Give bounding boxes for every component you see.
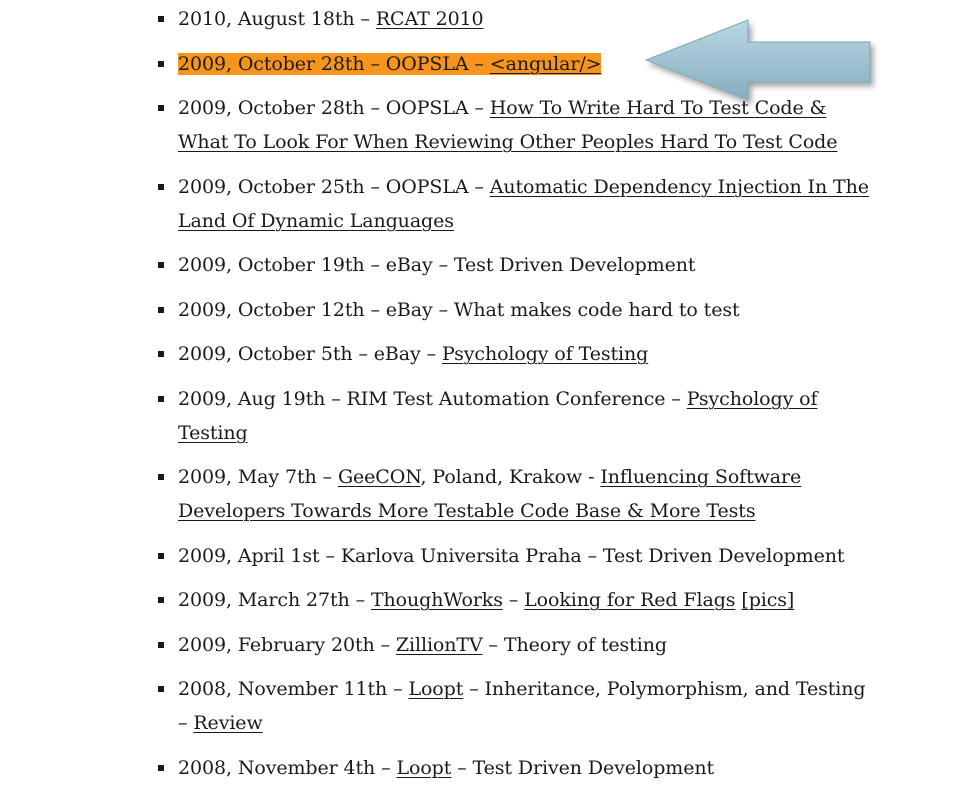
talk-text: 2010, August 18th – [178, 8, 376, 30]
talk-text: 2008, November 11th – [178, 678, 409, 700]
bullet-icon [158, 552, 164, 559]
talk-text: , Poland, Krakow - [420, 466, 601, 488]
bullet-icon [158, 16, 164, 22]
entry-text: 2008, November 11th – Loopt – Inheritanc… [178, 678, 866, 734]
talk-text: 2009, October 28th – OOPSLA – [178, 97, 490, 119]
entry-text: 2009, October 19th – eBay – Test Driven … [178, 254, 696, 276]
bullet-icon [158, 641, 164, 648]
talk-text: 2009, October 28th – OOPSLA – [178, 52, 490, 75]
entry-text: 2009, October 5th – eBay – Psychology of… [178, 343, 648, 365]
talk-text: 2009, Aug 19th – RIM Test Automation Con… [178, 387, 687, 410]
entry-text: 2009, May 7th – GeeCON, Poland, Krakow -… [178, 466, 801, 522]
list-item: 2009, October 12th – eBay – What makes c… [158, 293, 873, 327]
talk-link[interactable]: Loopt [396, 757, 451, 779]
list-item: 2008, November 11th – Loopt – Inheritanc… [158, 672, 873, 740]
bullet-icon [158, 764, 164, 771]
highlighted-entry: 2009, October 28th – OOPSLA – <angular/> [178, 52, 602, 75]
bullet-icon [158, 597, 164, 603]
talk-link[interactable]: Review [193, 712, 262, 734]
list-item: 2009, February 20th – ZillionTV – Theory… [158, 628, 873, 662]
entry-text: 2009, March 27th – ThoughWorks – Looking… [178, 589, 794, 611]
entry-text: 2008, November 4th – Loopt – Test Driven… [178, 757, 714, 779]
entry-text: 2009, October 25th – OOPSLA – Automatic … [178, 176, 869, 232]
talk-link[interactable]: RCAT 2010 [376, 8, 484, 30]
bullet-icon [158, 183, 164, 190]
talk-text: 2008, November 4th – [178, 756, 397, 779]
talk-link[interactable]: [pics] [741, 589, 794, 611]
list-item: 2009, April 1st – Karlova Universita Pra… [158, 539, 873, 573]
list-item: 2009, October 5th – eBay – Psychology of… [158, 337, 873, 371]
bullet-icon [158, 306, 164, 313]
entry-text: 2010, August 18th – RCAT 2010 [178, 8, 484, 30]
talk-link[interactable]: Psychology of Testing [442, 343, 648, 365]
list-item: 2008, November 4th – Loopt – Test Driven… [158, 751, 873, 785]
talk-text: – Theory of testing [482, 633, 667, 656]
talk-link[interactable]: Loopt [408, 678, 463, 700]
list-item: 2009, Aug 19th – RIM Test Automation Con… [158, 382, 873, 450]
talk-text: – Test Driven Development [451, 756, 715, 779]
bullet-icon [158, 262, 164, 268]
talk-link[interactable]: <angular/> [490, 53, 602, 75]
bullet-icon [158, 474, 164, 480]
entry-text: 2009, February 20th – ZillionTV – Theory… [178, 634, 667, 656]
list-item: 2009, March 27th – ThoughWorks – Looking… [158, 583, 873, 617]
talk-text: 2009, October 19th – eBay – Test Driven … [178, 254, 696, 276]
talk-link[interactable]: Looking for Red Flags [524, 589, 735, 611]
entry-text: 2009, April 1st – Karlova Universita Pra… [178, 544, 845, 567]
left-arrow-icon [644, 19, 871, 101]
list-item: 2009, October 19th – eBay – Test Driven … [158, 248, 873, 282]
bullet-icon [158, 105, 164, 111]
list-item: 2009, May 7th – GeeCON, Poland, Krakow -… [158, 460, 873, 528]
entry-text: 2009, Aug 19th – RIM Test Automation Con… [178, 387, 818, 444]
bullet-icon [158, 686, 164, 692]
entry-text: 2009, October 12th – eBay – What makes c… [178, 299, 740, 321]
talk-text: 2009, October 12th – eBay – What makes c… [178, 298, 740, 321]
talk-link[interactable]: GeeCON [338, 466, 421, 488]
bullet-icon [158, 351, 164, 357]
talk-text: – [502, 589, 525, 611]
talk-list: 2010, August 18th – RCAT 2010 2009, Octob… [158, 2, 873, 795]
talk-text: 2009, April 1st – Karlova Universita Pra… [178, 544, 845, 567]
bullet-icon [158, 60, 164, 67]
talk-text: 2009, March 27th – [178, 589, 371, 611]
talk-link[interactable]: ZillionTV [396, 634, 483, 656]
bullet-icon [158, 395, 164, 402]
talk-link[interactable]: ThoughWorks [371, 589, 503, 611]
talk-text: 2009, October 25th – OOPSLA – [178, 175, 490, 198]
list-item: 2009, October 25th – OOPSLA – Automatic … [158, 170, 873, 238]
talk-text: 2009, February 20th – [178, 633, 396, 656]
talk-text: 2009, October 5th – eBay – [178, 343, 442, 365]
talk-text: 2009, May 7th – [178, 466, 338, 488]
